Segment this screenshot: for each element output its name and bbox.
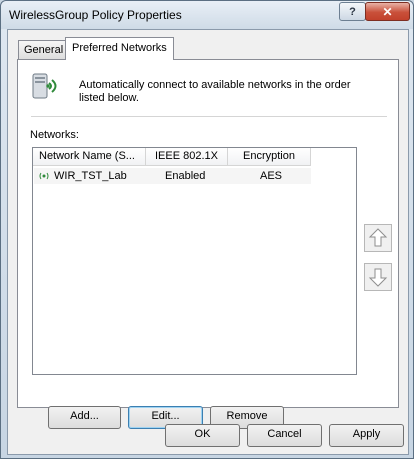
- add-label: Add...: [70, 410, 99, 422]
- tab-preferred-networks[interactable]: Preferred Networks: [65, 37, 174, 60]
- apply-button[interactable]: Apply: [329, 424, 404, 447]
- dialog-window: WirelessGroup Policy Properties ? ✕ Gene…: [0, 0, 414, 459]
- preferred-networks-panel: Automatically connect to available netwo…: [17, 59, 399, 429]
- remove-label: Remove: [226, 410, 268, 422]
- help-button[interactable]: ?: [339, 2, 366, 21]
- network-ieee: Enabled: [165, 170, 206, 182]
- edit-label: Edit...: [151, 410, 180, 422]
- move-down-button[interactable]: [364, 263, 392, 291]
- network-name: WIR_TST_Lab: [54, 170, 127, 182]
- wireless-small-icon: [39, 172, 49, 180]
- info-text: Automatically connect to available netwo…: [79, 79, 351, 104]
- ok-button[interactable]: OK: [165, 424, 240, 447]
- tab-general[interactable]: General: [18, 40, 70, 60]
- networks-list[interactable]: Network Name (S... IEEE 802.1X Encryptio…: [32, 147, 357, 375]
- wireless-network-icon: [32, 73, 57, 99]
- move-up-button[interactable]: [364, 224, 392, 252]
- network-encryption: AES: [260, 170, 283, 182]
- apply-label: Apply: [352, 428, 381, 440]
- add-button[interactable]: Add...: [48, 406, 121, 429]
- dialog-client: General Preferred Networks Automatically…: [7, 29, 409, 455]
- title-bar[interactable]: WirelessGroup Policy Properties ? ✕: [1, 1, 413, 29]
- list-header: Network Name (S... IEEE 802.1X Encryptio…: [33, 148, 311, 166]
- ok-label: OK: [194, 428, 211, 440]
- column-ieee-8021x[interactable]: IEEE 802.1X: [146, 148, 228, 165]
- window-title: WirelessGroup Policy Properties: [9, 8, 182, 22]
- network-row[interactable]: WIR_TST_Lab Enabled AES: [34, 168, 311, 184]
- close-button[interactable]: ✕: [365, 2, 410, 21]
- column-network-name[interactable]: Network Name (S...: [33, 148, 146, 165]
- cancel-button[interactable]: Cancel: [247, 424, 322, 447]
- cancel-label: Cancel: [267, 428, 302, 440]
- networks-label: Networks:: [30, 129, 79, 141]
- separator: [31, 116, 387, 117]
- column-encryption[interactable]: Encryption: [228, 148, 311, 165]
